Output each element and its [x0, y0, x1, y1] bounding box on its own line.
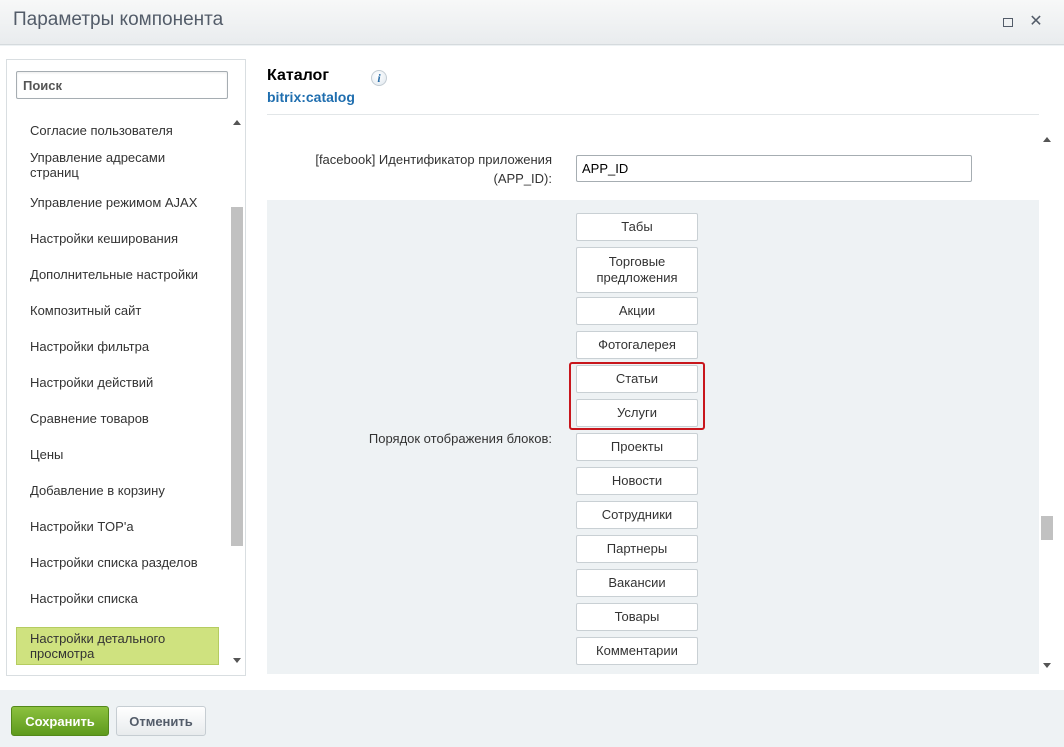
block-order-item[interactable]: Новости — [576, 467, 698, 495]
sidebar-item[interactable]: Сравнение товаров — [16, 411, 219, 426]
scroll-down-icon[interactable] — [233, 658, 241, 663]
block-order-item[interactable]: Комментарии — [576, 637, 698, 665]
block-order-item[interactable]: Табы — [576, 213, 698, 241]
sidebar-item[interactable]: Дополнительные настройки — [16, 267, 219, 282]
save-button[interactable]: Сохранить — [11, 706, 109, 736]
sidebar-item[interactable]: Настройки детального просмотра — [16, 627, 219, 665]
params-panel: [facebook] Идентификатор приложения (APP… — [267, 114, 1039, 674]
sidebar-scrollbar[interactable] — [230, 113, 244, 668]
dialog-title: Параметры компонента — [13, 9, 224, 30]
sidebar-item[interactable]: Добавление в корзину — [16, 483, 219, 498]
sidebar-item[interactable]: Настройки кеширования — [16, 231, 219, 246]
block-order-item[interactable]: Торговые предложения — [576, 247, 698, 293]
sidebar-item[interactable]: Настройки TOP'а — [16, 519, 219, 534]
sidebar-item[interactable]: Настройки списка разделов — [16, 555, 219, 570]
app-id-label: [facebook] Идентификатор приложения (APP… — [315, 152, 552, 186]
block-order-item[interactable]: Товары — [576, 603, 698, 631]
block-order-item[interactable]: Вакансии — [576, 569, 698, 597]
sidebar-item[interactable]: Настройки списка — [16, 591, 219, 606]
block-order-item[interactable]: Акции — [576, 297, 698, 325]
sidebar: Согласие пользователя Управление адресами… — [6, 59, 246, 676]
maximize-icon[interactable] — [998, 12, 1018, 32]
block-order-item[interactable]: Услуги — [576, 399, 698, 427]
sidebar-item[interactable]: Настройки фильтра — [16, 339, 219, 354]
search-input[interactable] — [16, 71, 228, 99]
block-order-item[interactable]: Сотрудники — [576, 501, 698, 529]
sidebar-item[interactable]: Управление адресами страниц — [16, 150, 219, 180]
scroll-up-icon[interactable] — [233, 120, 241, 125]
sidebar-list: Согласие пользователя Управление адресами… — [16, 113, 228, 668]
component-title: Каталог — [267, 67, 329, 84]
info-icon[interactable]: i — [371, 70, 387, 86]
block-order-item[interactable]: Проекты — [576, 433, 698, 461]
sidebar-scroll-thumb[interactable] — [231, 207, 243, 546]
sidebar-item[interactable]: Композитный сайт — [16, 303, 219, 318]
sidebar-item[interactable]: Управление режимом AJAX — [16, 195, 219, 210]
param-row-app-id: [facebook] Идентификатор приложения (APP… — [267, 115, 1039, 200]
close-icon[interactable]: ✕ — [1026, 12, 1046, 32]
cancel-button[interactable]: Отменить — [116, 706, 206, 736]
scroll-down-icon[interactable] — [1043, 663, 1051, 668]
sidebar-item[interactable]: Согласие пользователя — [16, 123, 219, 138]
main-scrollbar[interactable] — [1040, 130, 1054, 673]
block-order-item[interactable]: Партнеры — [576, 535, 698, 563]
param-row-block-order: Порядок отображения блоков: Табы Торговые… — [267, 200, 1039, 674]
sidebar-item[interactable]: Настройки действий — [16, 375, 219, 390]
block-order-item[interactable]: Статьи — [576, 365, 698, 393]
app-id-input[interactable] — [576, 155, 972, 182]
sidebar-item[interactable]: Цены — [16, 447, 219, 462]
dialog-titlebar: Параметры компонента ✕ — [0, 0, 1064, 45]
scroll-up-icon[interactable] — [1043, 137, 1051, 142]
block-order-item[interactable]: Фотогалерея — [576, 331, 698, 359]
block-order-label: Порядок отображения блоков: — [368, 431, 552, 446]
component-code: bitrix:catalog — [267, 89, 355, 105]
dialog-footer: Сохранить Отменить — [0, 690, 1064, 747]
main-scroll-thumb[interactable] — [1041, 516, 1053, 540]
